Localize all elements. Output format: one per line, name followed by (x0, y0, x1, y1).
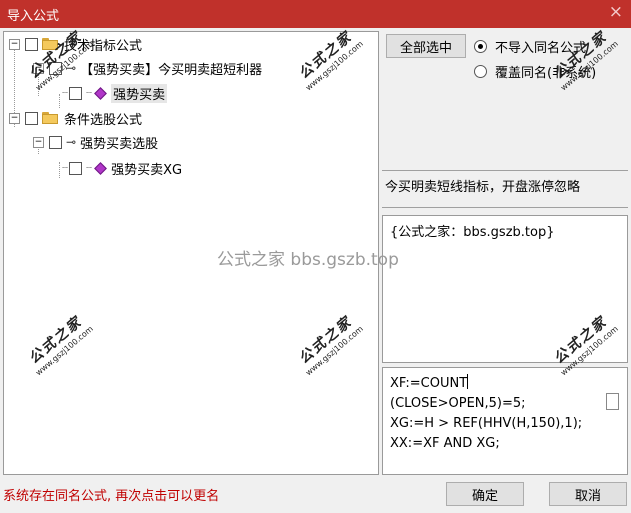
collapse-icon[interactable]: − (9, 112, 20, 124)
cancel-button[interactable]: 取消 (549, 482, 627, 506)
collapse-icon[interactable]: − (33, 62, 44, 74)
tree-checkbox[interactable] (25, 111, 38, 125)
tree-item-label: 技术指标公式 (64, 38, 143, 54)
code-line-2: (CLOSE>OPEN,5)=5; (390, 396, 526, 411)
tree-checkbox[interactable] (25, 37, 38, 51)
collapse-icon[interactable]: − (9, 38, 20, 50)
code-line-1: XF:=COUNT (390, 374, 469, 391)
key-icon: ⊸ (66, 135, 77, 149)
formula-description: 今买明卖短线指标，开盘涨停忽略 (382, 170, 628, 208)
formula-code-box[interactable]: XF:=COUNT (CLOSE>OPEN,5)=5; XG:=H > REF(… (382, 367, 628, 475)
gem-icon (94, 86, 107, 100)
tree-checkbox[interactable] (49, 61, 62, 75)
tree-item-subformula[interactable]: ┄ ┄ 强势买卖 (62, 83, 168, 103)
select-all-button[interactable]: 全部选中 (386, 34, 466, 58)
folder-icon (42, 112, 58, 124)
code-line-3: XG:=H > REF(HHV(H,150),1); (390, 416, 583, 431)
collapse-icon[interactable]: − (33, 136, 44, 148)
tree-checkbox[interactable] (69, 161, 83, 175)
code-scroll-handle[interactable] (606, 393, 619, 410)
tree-line (59, 162, 60, 178)
gem-icon (94, 161, 107, 175)
tree-item-label: 【强势买卖】今买明卖超短利器 (80, 62, 263, 78)
overwrite-same-name-radio[interactable]: 覆盖同名(非系统) (474, 62, 596, 81)
tree-item-label: 条件选股公式 (64, 112, 143, 128)
tree-item-label: 强势买卖 (111, 83, 168, 103)
tree-item-screening[interactable]: − 条件选股公式 (9, 108, 142, 128)
key-icon: ⊸ (66, 61, 77, 75)
tree-checkbox[interactable] (69, 86, 83, 100)
tree-item-indicators[interactable]: − 技术指标公式 (9, 34, 142, 54)
tree-item-label: 强势买卖选股 (80, 136, 159, 152)
ok-button[interactable]: 确定 (446, 482, 524, 506)
close-icon[interactable]: × (609, 2, 623, 22)
title-bar: 导入公式 × (0, 0, 631, 28)
tree-item-screening-xg[interactable]: ┄ ┄ 强势买卖XG (62, 158, 182, 178)
folder-icon (42, 38, 58, 50)
status-message: 系统存在同名公式, 再次点击可以更名 (3, 489, 220, 504)
author-info-text: {公式之家：bbs.gszb.top} (390, 225, 555, 240)
watermark-text: 公式之家 bbs.gszb.top (217, 250, 399, 270)
radio-checked-icon (474, 40, 487, 53)
tree-checkbox[interactable] (49, 135, 62, 149)
tree-item-screening-formula[interactable]: − ⊸ 强势买卖选股 (33, 132, 158, 152)
window-title: 导入公式 (7, 9, 60, 24)
no-import-same-name-radio[interactable]: 不导入同名公式 (474, 37, 586, 56)
tree-item-formula[interactable]: − ⊸ 【强势买卖】今买明卖超短利器 (33, 58, 262, 78)
author-info-box[interactable]: {公式之家：bbs.gszb.top} (382, 215, 628, 363)
radio-label: 不导入同名公式 (495, 41, 587, 56)
code-line-4: XX:=XF AND XG; (390, 436, 500, 451)
text-caret (467, 374, 469, 389)
tree-item-label: 强势买卖XG (111, 162, 183, 178)
tree-line (59, 94, 60, 108)
radio-unchecked-icon (474, 65, 487, 78)
radio-label: 覆盖同名(非系统) (495, 66, 597, 81)
